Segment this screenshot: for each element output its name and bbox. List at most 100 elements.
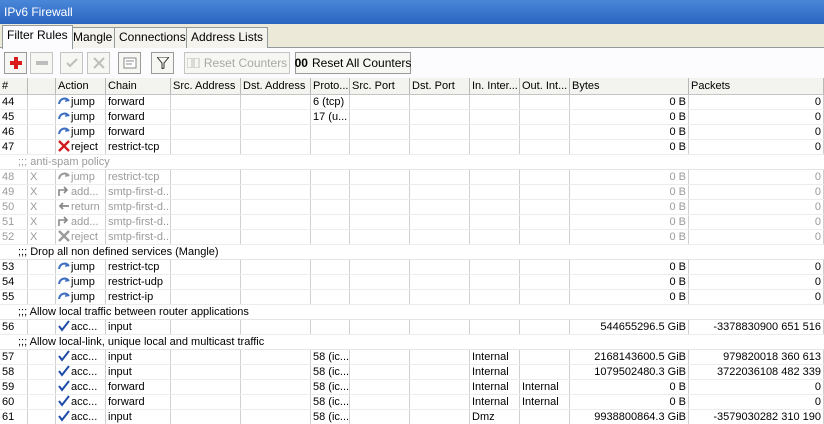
action-cell: acc... bbox=[56, 320, 106, 334]
src-port-cell bbox=[350, 185, 410, 199]
action-cell: jump bbox=[56, 290, 106, 304]
action-cell: acc... bbox=[56, 410, 106, 424]
jump-icon bbox=[58, 290, 70, 302]
tab-address-lists[interactable]: Address Lists bbox=[186, 27, 269, 48]
table-row[interactable]: 49 Xadd... smtp-first-d... 0 B0 bbox=[0, 185, 824, 200]
table-row[interactable]: 57 acc... input 58 (ic... Internal 2168143600… bbox=[0, 350, 824, 365]
action-label: reject bbox=[71, 231, 98, 243]
accept-icon bbox=[58, 350, 70, 362]
packets-cell: 0 bbox=[689, 125, 824, 139]
src-port-cell bbox=[350, 200, 410, 214]
table-row[interactable]: 56 acc... input 544655296.5 GiB -3378830900 … bbox=[0, 320, 824, 335]
table-row[interactable]: 58 acc... input 58 (ic... Internal 1079502480… bbox=[0, 365, 824, 380]
tab-connections[interactable]: Connections bbox=[114, 27, 191, 48]
action-label: acc... bbox=[71, 321, 98, 333]
filter-button[interactable] bbox=[151, 52, 174, 74]
column-header-in-interface[interactable]: In. Inter... bbox=[470, 78, 520, 94]
out-interface-cell: Internal bbox=[520, 395, 570, 409]
bytes-cell: 0 B bbox=[570, 215, 689, 229]
chain-cell: restrict-ip bbox=[106, 290, 171, 304]
comment-row[interactable]: ;;; Drop all non defined services (Mangl… bbox=[0, 245, 824, 260]
table-row[interactable]: 59 acc... forward 58 (ic... Internal Internal… bbox=[0, 380, 824, 395]
bytes-cell: 2168143600.5 GiB bbox=[570, 350, 689, 364]
column-header-src-port[interactable]: Src. Port bbox=[350, 78, 410, 94]
dst-port-cell bbox=[410, 290, 470, 304]
reset-counters-button[interactable]: Reset Counters bbox=[184, 52, 290, 74]
comment-text: ;;; Allow local traffic between router a… bbox=[18, 306, 249, 318]
jump-icon bbox=[58, 260, 70, 272]
protocol-cell: 58 (ic... bbox=[313, 365, 350, 379]
rule-number: 57 bbox=[0, 350, 28, 364]
reset-all-counters-button[interactable]: 00 Reset All Counters bbox=[295, 52, 411, 74]
dst-address-cell bbox=[241, 365, 311, 379]
column-header-bytes[interactable]: Bytes bbox=[570, 78, 689, 94]
comment-button[interactable] bbox=[118, 52, 141, 74]
table-row[interactable]: 44 jump forward 6 (tcp) 0 B0 bbox=[0, 95, 824, 110]
column-header-chain[interactable]: Chain bbox=[106, 78, 171, 94]
window-title: IPv6 Firewall bbox=[0, 0, 824, 24]
src-address-cell bbox=[171, 260, 241, 274]
packets-cell: 0 bbox=[689, 110, 824, 124]
table-row[interactable]: 45 jump forward 17 (u... 0 B0 bbox=[0, 110, 824, 125]
disabled-flag bbox=[28, 125, 56, 139]
table-row[interactable]: 52 Xreject smtp-first-d... 0 B0 bbox=[0, 230, 824, 245]
rule-number: 47 bbox=[0, 140, 28, 154]
out-interface-cell bbox=[520, 275, 570, 289]
protocol-cell bbox=[311, 260, 350, 274]
column-header-dst-address[interactable]: Dst. Address bbox=[241, 78, 311, 94]
table-row[interactable]: 53 jump restrict-tcp 0 B0 bbox=[0, 260, 824, 275]
protocol-cell: 58 (ic... bbox=[313, 410, 350, 424]
in-interface-cell bbox=[470, 200, 520, 214]
table-row[interactable]: 55 jump restrict-ip 0 B0 bbox=[0, 290, 824, 305]
column-header-dst-port[interactable]: Dst. Port bbox=[410, 78, 470, 94]
enable-button[interactable] bbox=[60, 52, 83, 74]
rule-number: 59 bbox=[0, 380, 28, 394]
protocol-cell bbox=[311, 185, 350, 199]
comment-row[interactable]: ;;; Allow local-link, unique local and m… bbox=[0, 335, 824, 350]
table-row[interactable]: 48 Xjump restrict-tcp 0 B0 bbox=[0, 170, 824, 185]
add-button[interactable] bbox=[4, 52, 27, 74]
column-header-out-interface[interactable]: Out. Int... bbox=[520, 78, 570, 94]
column-header-packets[interactable]: Packets bbox=[689, 78, 824, 94]
src-address-cell bbox=[171, 110, 241, 124]
src-port-cell bbox=[350, 410, 410, 424]
src-address-cell bbox=[171, 365, 241, 379]
disabled-flag bbox=[28, 140, 56, 154]
table-row[interactable]: 50 Xreturn smtp-first-d... 0 B0 bbox=[0, 200, 824, 215]
table-row[interactable]: 61 acc... input 58 (ic... Dmz 9938800864.3 Gi… bbox=[0, 410, 824, 424]
tab-mangle[interactable]: Mangle bbox=[68, 27, 118, 48]
comment-row[interactable]: ;;; Allow local traffic between router a… bbox=[0, 305, 824, 320]
column-header-action[interactable]: Action bbox=[56, 78, 106, 94]
action-cell: jump bbox=[56, 95, 106, 109]
tab-filter-rules[interactable]: Filter Rules bbox=[2, 25, 73, 49]
protocol-cell: 6 (tcp) bbox=[311, 95, 350, 109]
table-row[interactable]: 46 jump forward 0 B0 bbox=[0, 125, 824, 140]
dst-address-cell bbox=[241, 140, 311, 154]
table-row[interactable]: 60 acc... forward 58 (ic... Internal Internal… bbox=[0, 395, 824, 410]
column-header-flags[interactable] bbox=[28, 78, 56, 94]
dst-port-cell bbox=[410, 230, 470, 244]
column-header-protocol[interactable]: Proto... bbox=[311, 78, 350, 94]
comment-row[interactable]: ;;; anti-spam policy bbox=[0, 155, 824, 170]
disable-button[interactable] bbox=[87, 52, 110, 74]
src-port-cell bbox=[350, 350, 410, 364]
protocol-cell: 58 (ic... bbox=[313, 395, 350, 409]
table-row[interactable]: 47 reject restrict-tcp 0 B0 bbox=[0, 140, 824, 155]
out-interface-cell bbox=[520, 215, 570, 229]
packets-cell: 0 bbox=[689, 215, 824, 229]
rule-number: 49 bbox=[0, 185, 28, 199]
dst-address-cell bbox=[241, 95, 311, 109]
column-header-src-address[interactable]: Src. Address bbox=[171, 78, 241, 94]
table-row[interactable]: 54 jump restrict-udp 0 B0 bbox=[0, 275, 824, 290]
reject-icon bbox=[58, 140, 70, 152]
column-header-number[interactable]: # bbox=[0, 78, 28, 94]
disabled-flag bbox=[28, 95, 56, 109]
bytes-cell: 0 B bbox=[570, 185, 689, 199]
table-row[interactable]: 51 Xadd... smtp-first-d... 0 B0 bbox=[0, 215, 824, 230]
src-address-cell bbox=[171, 275, 241, 289]
src-address-cell bbox=[171, 200, 241, 214]
protocol-cell bbox=[311, 140, 350, 154]
bytes-cell: 0 B bbox=[570, 230, 689, 244]
remove-button[interactable] bbox=[30, 52, 53, 74]
disabled-flag: X bbox=[28, 215, 56, 229]
